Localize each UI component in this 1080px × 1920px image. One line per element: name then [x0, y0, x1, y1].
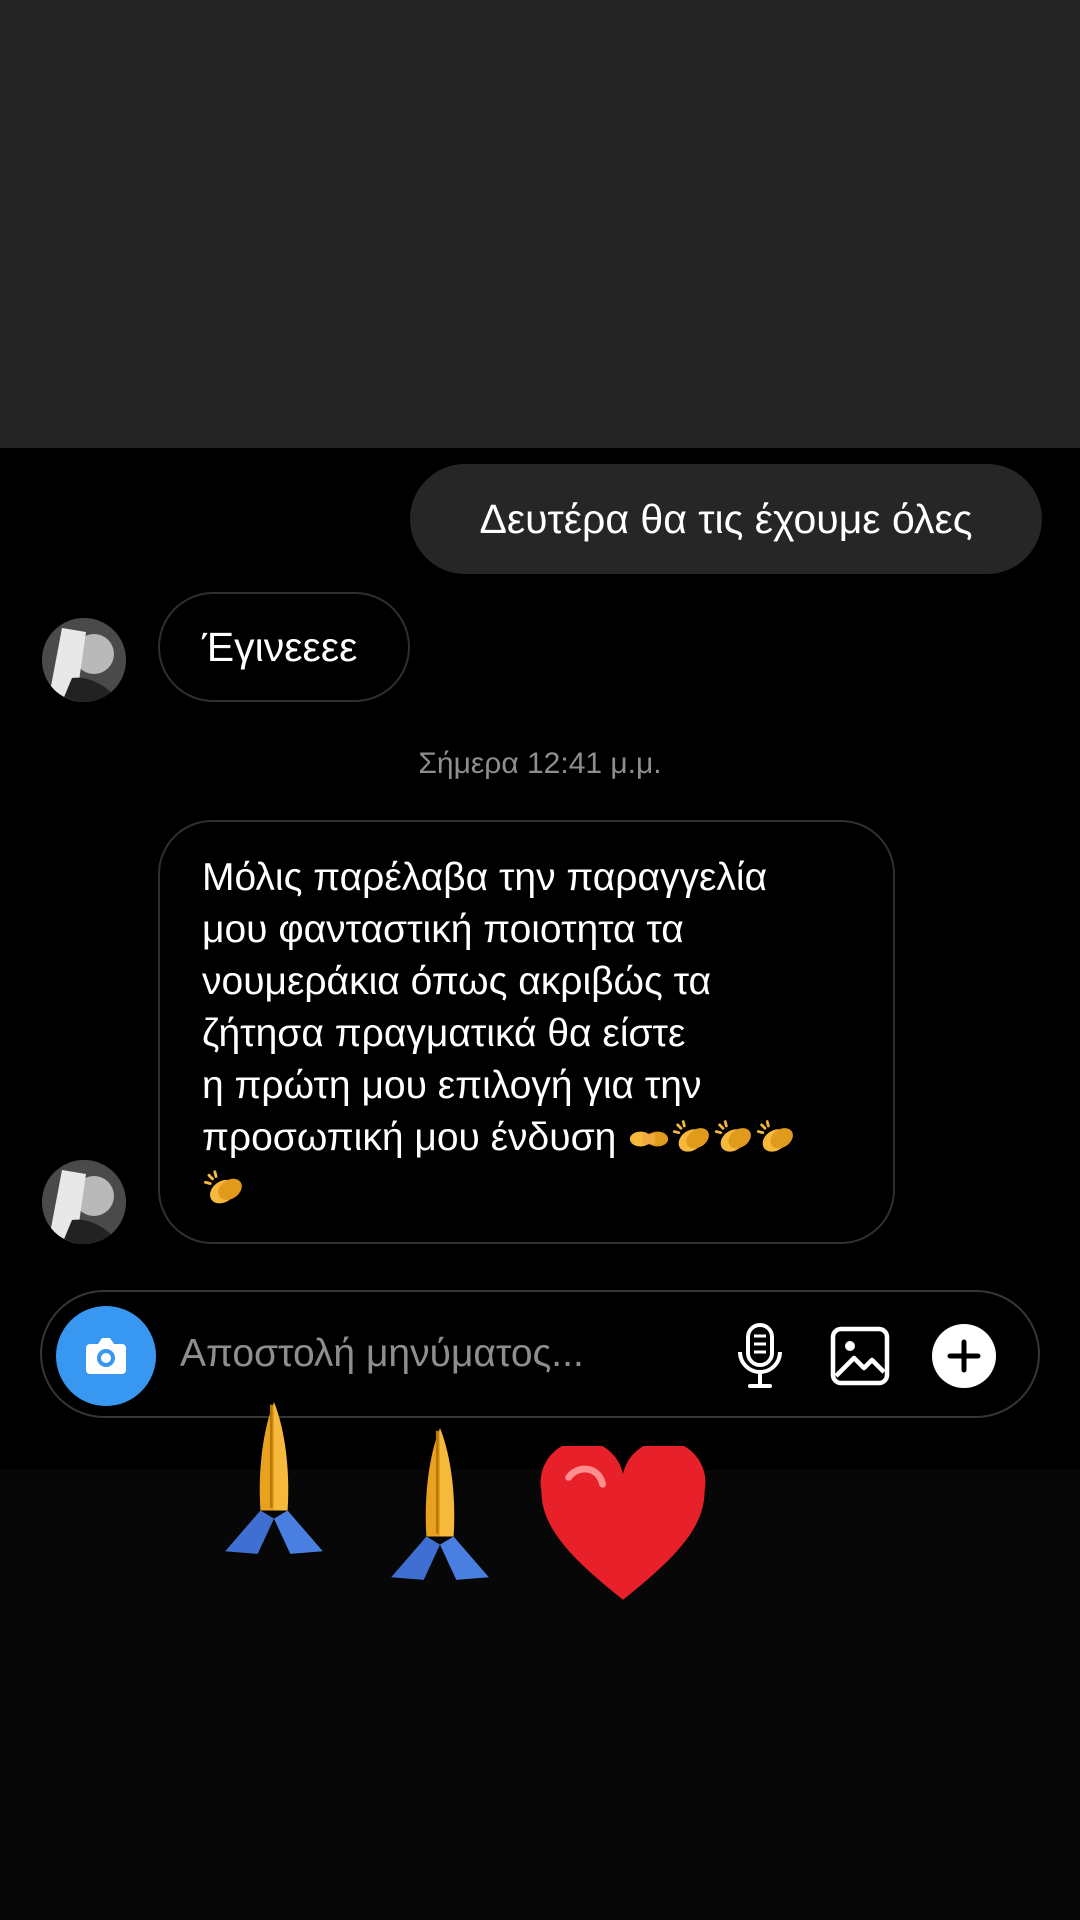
outgoing-message-bubble[interactable]: Δευτέρα θα τις έχουμε όλες [410, 464, 1042, 574]
message-line: ζήτησα πραγματικά θα είστε [202, 1012, 686, 1055]
gallery-button[interactable] [828, 1324, 892, 1388]
voice-message-button[interactable] [730, 1322, 790, 1390]
avatar-image [42, 1160, 126, 1244]
incoming-message-bubble[interactable]: Έγινεεεε [158, 592, 410, 702]
gallery-icon [830, 1326, 890, 1386]
avatar-image [42, 618, 126, 702]
camera-button[interactable] [56, 1306, 156, 1406]
incoming-message-bubble-long[interactable]: Μόλις παρέλαβα την παραγγελία μου φαντασ… [158, 820, 895, 1244]
avatar[interactable] [42, 618, 126, 702]
handshake-emoji [630, 1131, 669, 1147]
message-line: Μόλις παρέλαβα την παραγγελία [202, 856, 768, 899]
outgoing-message-text: Δευτέρα θα τις έχουμε όλες [479, 496, 973, 542]
camera-icon [86, 1338, 126, 1374]
message-input[interactable] [180, 1322, 600, 1386]
message-line-emoji-only [202, 1164, 863, 1216]
top-blank-area [0, 0, 1080, 448]
avatar[interactable] [42, 1160, 126, 1244]
message-line: η πρώτη μου επιλογή για την [202, 1064, 702, 1107]
more-options-button[interactable] [932, 1324, 996, 1388]
folded-hands-emoji [223, 1402, 325, 1556]
microphone-icon [738, 1323, 782, 1388]
message-line-with-emoji: προσωπική μου ένδυση [202, 1112, 863, 1164]
message-line: προσωπική μου ένδυση [202, 1116, 617, 1159]
message-line: μου φανταστική ποιοτητα τα [202, 908, 684, 951]
clapping-hands-emoji [204, 1170, 244, 1208]
message-timestamp: Σήμερα 12:41 μ.μ. [418, 747, 662, 780]
plus-icon [947, 1339, 981, 1373]
red-heart-emoji [540, 1446, 706, 1600]
message-composer [40, 1290, 1040, 1418]
clapping-hands-emoji [673, 1120, 712, 1156]
clapping-hands-emoji [715, 1120, 754, 1156]
incoming-message-text: Έγινεεεε [202, 624, 358, 670]
message-line: νουμεράκια όπως ακριβώς τα [202, 960, 712, 1003]
folded-hands-emoji [389, 1428, 491, 1582]
clapping-hands-emoji [757, 1120, 796, 1156]
